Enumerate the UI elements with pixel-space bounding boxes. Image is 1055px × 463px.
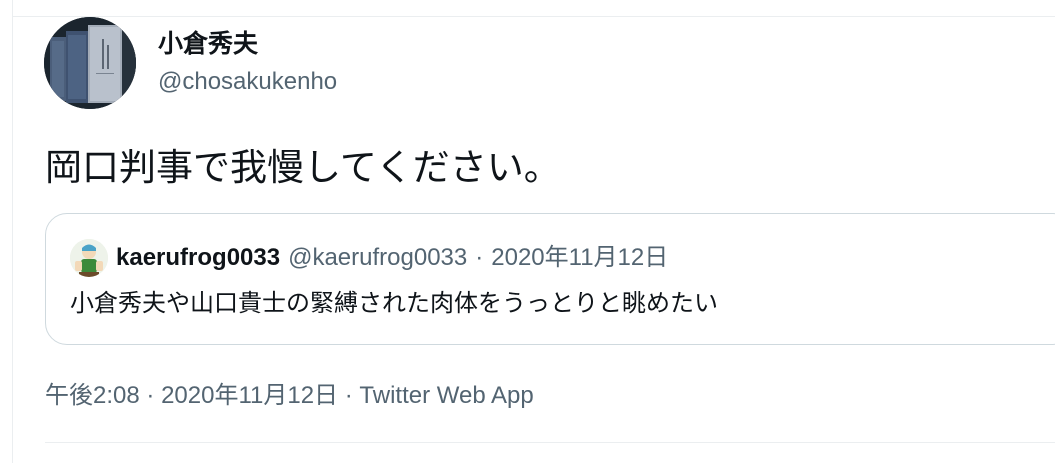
quoted-author-display-name[interactable]: kaerufrog0033	[116, 244, 280, 271]
quoted-tweet-separator: ·	[475, 244, 484, 271]
quoted-tweet-header: kaerufrog0033 @kaerufrog0033 · 2020年11月12日	[116, 241, 668, 275]
tweet-meta-separator: ·	[146, 382, 155, 409]
author-display-name[interactable]: 小倉秀夫	[158, 28, 258, 60]
author-avatar[interactable]	[44, 17, 136, 109]
quoted-author-handle[interactable]: @kaerufrog0033	[288, 244, 467, 271]
tweet-meta-separator-2: ·	[344, 382, 353, 409]
quoted-author-avatar-image	[70, 239, 108, 277]
tweet-text: 岡口判事で我慢してください。	[45, 147, 561, 188]
quoted-tweet-card[interactable]: kaerufrog0033 @kaerufrog0033 · 2020年11月12日 …	[45, 213, 1055, 345]
quoted-tweet-date[interactable]: 2020年11月12日	[491, 244, 668, 271]
author-handle[interactable]: @chosakukenho	[158, 66, 337, 98]
tweet-source[interactable]: Twitter Web App	[359, 382, 533, 409]
tweet-time[interactable]: 午後2:08	[45, 382, 140, 409]
timeline-left-border	[12, 0, 13, 463]
author-avatar-image	[44, 17, 136, 109]
tweet-bottom-divider	[45, 442, 1055, 443]
tweet-meta-row: 午後2:08 · 2020年11月12日 · Twitter Web App	[45, 378, 534, 414]
timeline-top-divider	[12, 16, 1055, 17]
quoted-tweet-text: 小倉秀夫や山口貴士の緊縛された肉体をうっとりと眺めたい	[70, 290, 718, 317]
quoted-author-avatar[interactable]	[70, 239, 108, 277]
tweet-date[interactable]: 2020年11月12日	[161, 382, 338, 409]
